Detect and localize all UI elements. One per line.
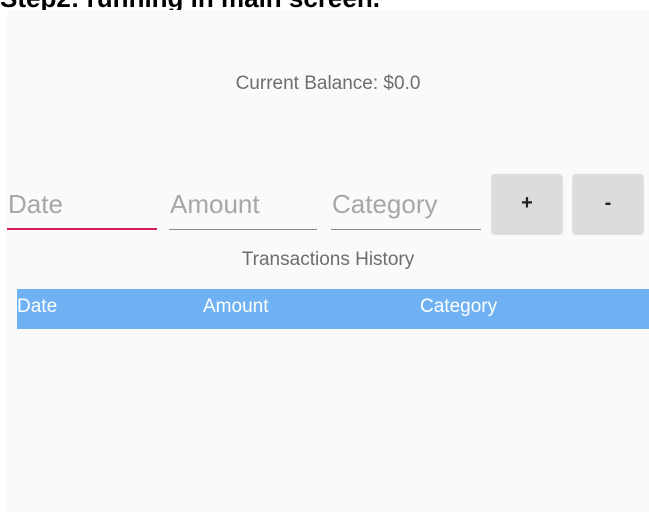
main-screen: Current Balance: $0.0 Date Amount Catego… <box>7 10 649 512</box>
column-header-category: Category <box>420 296 498 317</box>
category-input[interactable]: Category <box>331 182 481 230</box>
date-input[interactable]: Date <box>7 182 157 230</box>
current-balance-label: Current Balance: $0.0 <box>235 73 421 94</box>
add-transaction-button[interactable]: + <box>492 174 562 233</box>
transactions-table-header: Date Amount Category <box>17 289 649 329</box>
subtract-transaction-button[interactable]: - <box>573 174 643 233</box>
transactions-history-title: Transactions History <box>241 249 415 270</box>
amount-input[interactable]: Amount <box>169 182 317 230</box>
column-header-date: Date <box>17 296 58 317</box>
minus-icon: - <box>604 192 612 214</box>
column-header-amount: Amount <box>203 296 269 317</box>
plus-icon: + <box>521 192 533 214</box>
transactions-list <box>17 329 649 512</box>
